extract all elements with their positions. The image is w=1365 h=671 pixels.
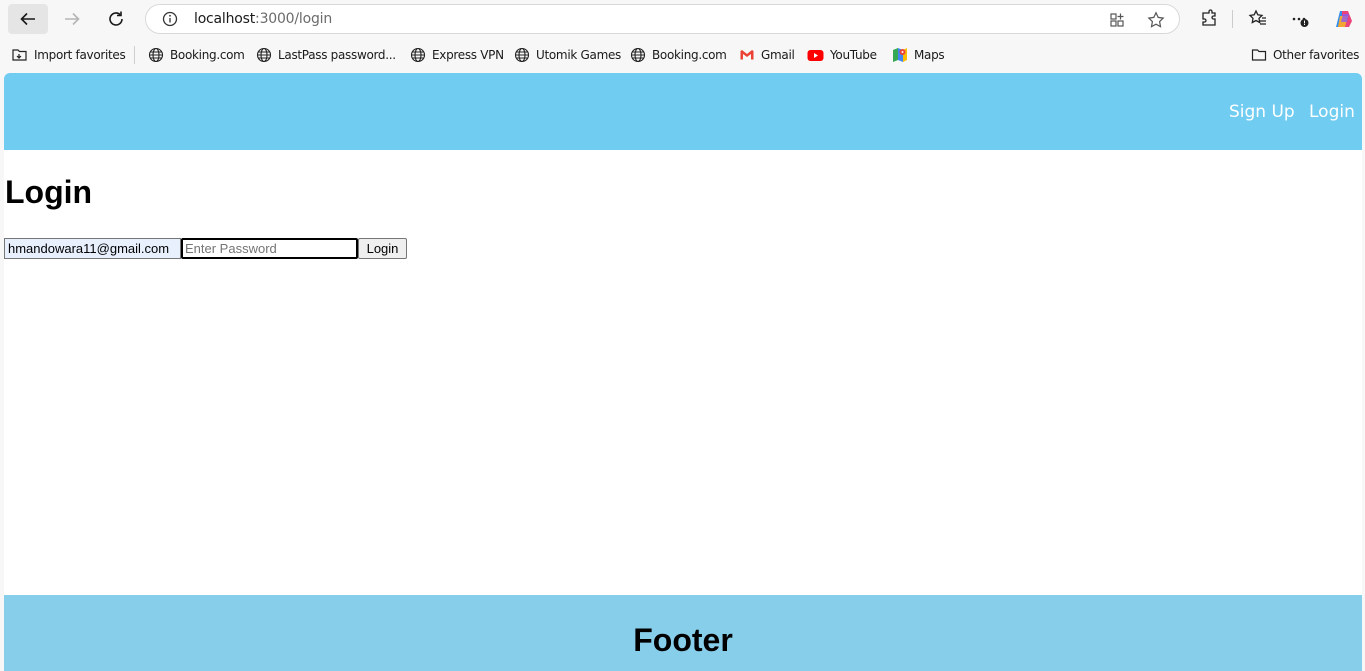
back-button[interactable] [8,4,48,34]
bookmark-youtube[interactable]: YouTube [807,46,877,64]
gmail-icon [740,50,754,60]
site-footer: Footer [4,595,1362,671]
bookmark-booking-2[interactable]: Booking.com [630,46,727,64]
bookmark-label: LastPass password... [278,48,396,62]
import-icon [12,49,27,61]
maps-icon [893,48,907,62]
nav-login-link[interactable]: Login [1309,102,1355,122]
password-input[interactable] [181,237,358,259]
forward-button[interactable] [52,4,92,34]
globe-icon [630,47,646,63]
copilot-icon[interactable] [1333,8,1355,30]
bookmark-booking[interactable]: Booking.com [148,46,245,64]
favorite-star-icon[interactable] [1147,11,1165,29]
reload-button[interactable] [96,4,136,34]
info-icon[interactable] [162,11,178,27]
bookmark-label: Booking.com [652,48,727,62]
browser-toolbar: localhost:3000/login [0,0,1365,40]
page-title: Login [5,174,93,210]
globe-icon [148,47,164,63]
bookmark-label: Booking.com [170,48,245,62]
url-text: localhost:3000/login [194,11,333,27]
bookmark-utomik-games[interactable]: Utomik Games [514,46,621,64]
nav-sign-up-link[interactable]: Sign Up [1229,102,1295,122]
login-submit-button[interactable]: Login [358,237,407,259]
globe-icon [256,47,272,63]
bookmark-other-favorites[interactable]: Other favorites [1251,46,1359,64]
bookmark-lastpass[interactable]: LastPass password... [256,46,396,64]
youtube-icon [807,50,824,61]
bookmark-gmail[interactable]: Gmail [739,46,795,64]
bookmark-label: Import favorites [34,48,126,62]
bookmark-label: Maps [914,48,945,62]
bookmark-label: Express VPN [432,48,504,62]
email-input[interactable] [4,237,181,259]
arrow-left-icon [20,12,35,26]
favorites-icon[interactable] [1248,9,1268,29]
bookmark-express-vpn[interactable]: Express VPN [410,46,504,64]
site-header: Sign Up Login [4,73,1362,150]
globe-icon [514,47,530,63]
more-options-icon[interactable] [1290,9,1310,29]
page-viewport: Sign Up Login Login Login Footer [4,73,1362,671]
bookmark-import-favorites[interactable]: Import favorites [11,46,126,64]
bookmarks-divider [134,46,135,64]
app-available-icon[interactable] [1108,11,1126,29]
login-form: Login [4,237,407,259]
footer-title: Footer [633,622,733,658]
bookmark-label: YouTube [830,48,877,62]
bookmark-maps[interactable]: Maps [892,46,945,64]
bookmark-label: Other favorites [1273,48,1360,62]
bookmark-label: Gmail [761,48,795,62]
reload-icon [109,11,123,26]
arrow-right-icon [65,12,80,26]
address-bar[interactable]: localhost:3000/login [145,4,1180,34]
bookmarks-bar: Import favorites Booking.com LastPass pa… [0,40,1365,70]
bookmark-label: Utomik Games [536,48,621,62]
globe-icon [410,47,426,63]
toolbar-divider [1232,10,1233,28]
folder-icon [1251,49,1267,61]
extensions-icon[interactable] [1199,9,1219,29]
